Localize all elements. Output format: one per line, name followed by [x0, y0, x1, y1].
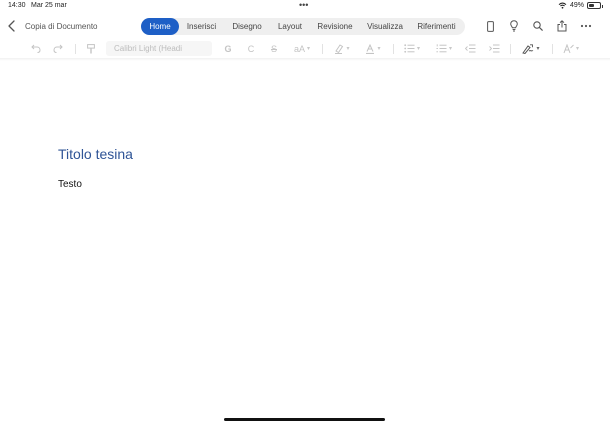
ideas-button[interactable] — [506, 17, 522, 35]
more-button[interactable] — [578, 17, 594, 35]
numbered-list-button[interactable]: ▾ — [433, 41, 455, 56]
chevron-down-icon: ▾ — [448, 46, 452, 52]
battery-icon — [587, 2, 603, 9]
styles-icon — [563, 43, 574, 53]
status-right: 49% — [558, 2, 603, 9]
search-button[interactable] — [530, 17, 546, 35]
toolbar-divider — [393, 44, 394, 54]
multitask-menu-icon[interactable]: ••• — [299, 1, 308, 10]
document-heading[interactable]: Titolo tesina — [58, 146, 133, 162]
status-date: Mar 25 mar — [31, 2, 67, 9]
tab-home[interactable]: Home — [141, 18, 179, 35]
toolbar-divider — [510, 44, 511, 54]
font-size-label: aA — [293, 43, 305, 54]
font-name-field[interactable]: Calibri Light (Headi — [106, 41, 212, 56]
tab-layout[interactable]: Layout — [270, 18, 310, 35]
status-time: 14:30 — [8, 2, 26, 9]
document-body-text[interactable]: Testo — [58, 179, 82, 190]
search-icon — [533, 21, 543, 31]
undo-button[interactable] — [30, 41, 42, 56]
italic-button[interactable]: C — [245, 41, 257, 56]
home-toolbar: Calibri Light (Headi G C S aA ▾ ▾ ▾ ▾ ▾ … — [0, 40, 610, 57]
redo-button[interactable] — [52, 41, 64, 56]
highlight-icon — [335, 43, 344, 54]
decrease-indent-icon — [464, 44, 475, 53]
header-actions — [486, 17, 610, 37]
chevron-down-icon: ▾ — [346, 46, 350, 52]
home-indicator[interactable] — [224, 418, 385, 421]
share-button[interactable] — [554, 17, 570, 35]
bold-button[interactable]: G — [222, 41, 234, 56]
toolbar-divider — [552, 44, 553, 54]
format-painter-icon — [87, 43, 95, 53]
phone-view-icon — [486, 20, 494, 32]
decrease-indent-button[interactable] — [464, 41, 476, 56]
font-size-button[interactable]: aA ▾ — [291, 41, 313, 56]
tab-visualizza[interactable]: Visualizza — [360, 18, 410, 35]
document-title[interactable]: Copia di Documento — [25, 22, 97, 31]
format-painter-button[interactable] — [85, 41, 97, 56]
undo-icon — [31, 44, 41, 53]
tab-disegno[interactable]: Disegno — [224, 18, 270, 35]
font-color-button[interactable]: ▾ — [362, 41, 384, 56]
chevron-down-icon: ▾ — [377, 46, 381, 52]
tab-inserisci[interactable]: Inserisci — [179, 18, 224, 35]
chevron-down-icon: ▾ — [416, 46, 420, 52]
bullet-list-button[interactable]: ▾ — [401, 41, 423, 56]
document-canvas[interactable]: Titolo tesina Testo — [0, 61, 610, 411]
share-icon — [557, 20, 567, 32]
track-changes-button[interactable]: ▾ — [519, 41, 543, 56]
phone-view-button[interactable] — [482, 17, 498, 35]
wifi-icon — [558, 2, 567, 9]
highlight-button[interactable]: ▾ — [331, 41, 353, 56]
increase-indent-button[interactable] — [488, 41, 500, 56]
lightbulb-icon — [510, 20, 518, 32]
toolbar-divider — [322, 44, 323, 54]
status-bar: 14:30 Mar 25 mar ••• 49% — [0, 0, 610, 13]
tab-riferimenti[interactable]: Riferimenti — [410, 18, 463, 35]
tab-revisione[interactable]: Revisione — [310, 18, 360, 35]
battery-fill — [589, 4, 594, 7]
chevron-down-icon: ▾ — [536, 46, 540, 52]
more-icon — [580, 24, 592, 28]
chevron-left-icon — [7, 20, 15, 32]
track-changes-icon — [522, 43, 534, 54]
redo-icon — [53, 44, 63, 53]
increase-indent-icon — [488, 44, 499, 53]
font-color-icon — [366, 43, 375, 54]
ribbon-tabs: Home Inserisci Disegno Layout Revisione … — [141, 18, 465, 35]
bullet-list-icon — [404, 44, 415, 53]
strikethrough-button[interactable]: S — [268, 41, 280, 56]
battery-percent: 49% — [569, 2, 584, 9]
chevron-down-icon: ▾ — [307, 46, 311, 52]
styles-button[interactable]: ▾ — [560, 41, 582, 56]
app-header: Copia di Documento Home Inserisci Disegn… — [0, 13, 610, 40]
chevron-down-icon: ▾ — [575, 46, 579, 52]
numbered-list-icon — [436, 44, 447, 53]
toolbar-divider — [75, 44, 76, 54]
back-button[interactable] — [5, 18, 17, 34]
